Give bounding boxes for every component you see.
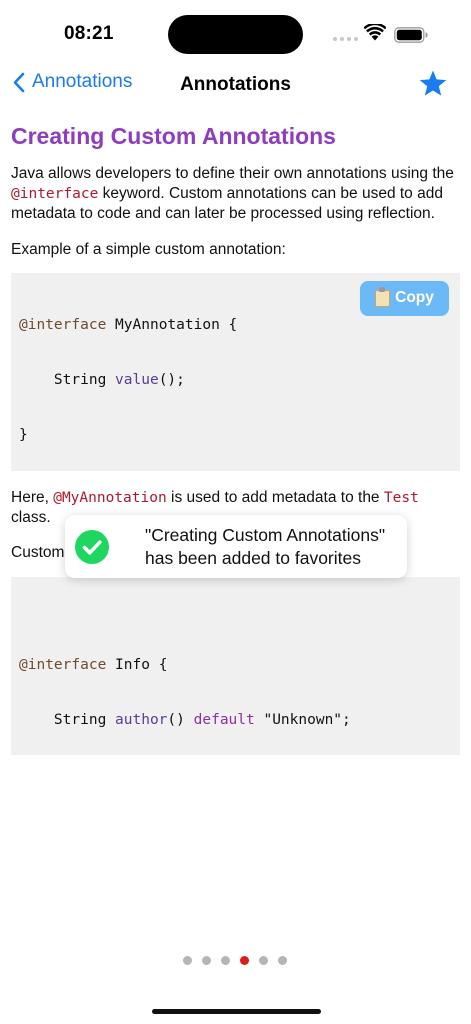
- page-dot[interactable]: [259, 956, 268, 965]
- back-button[interactable]: Annotations: [12, 71, 132, 93]
- code-line: @interface MyAnnotation {: [19, 317, 238, 334]
- page-indicator[interactable]: [183, 956, 287, 965]
- copy-button-label: Copy: [395, 289, 434, 307]
- code-line: String value();: [19, 372, 185, 388]
- code-line: @interface Info {: [19, 657, 168, 674]
- back-button-label: Annotations: [32, 71, 133, 92]
- page-dot[interactable]: [202, 956, 211, 965]
- page-dot[interactable]: [278, 956, 287, 965]
- code-block-2: @interface Info { String author() defaul…: [11, 577, 460, 755]
- section-title: Creating Custom Annotations: [11, 123, 336, 149]
- page-title: Annotations: [180, 74, 291, 95]
- status-bar: 08:21: [0, 0, 471, 60]
- status-time: 08:21: [64, 23, 114, 44]
- page-dot[interactable]: [183, 956, 192, 965]
- copy-button[interactable]: Copy: [360, 281, 449, 316]
- toast-message: "Creating Custom Annotations" has been a…: [145, 524, 386, 568]
- navigation-bar: Annotations Annotations: [0, 62, 471, 106]
- signal-icon: [333, 33, 359, 41]
- inline-code: @interface: [11, 186, 99, 202]
- page-dot[interactable]: [221, 956, 230, 965]
- wifi-icon: [364, 24, 386, 41]
- checkmark-circle-icon: [75, 529, 109, 564]
- code-line: String author() default "Unknown";: [19, 712, 351, 728]
- example-label: Example of a simple custom annotation:: [11, 241, 286, 258]
- inline-code: Test: [383, 490, 419, 506]
- home-indicator[interactable]: [152, 1009, 321, 1014]
- code-block-1: @interface MyAnnotation { String value()…: [11, 273, 460, 471]
- article-content: Creating Custom Annotations Java allows …: [0, 118, 471, 755]
- battery-icon: [394, 27, 428, 43]
- chevron-left-icon: [13, 72, 25, 92]
- favorite-toast: "Creating Custom Annotations" has been a…: [65, 515, 407, 578]
- inline-code: @MyAnnotation: [53, 490, 167, 506]
- clipboard-icon: [375, 287, 391, 307]
- dynamic-island: [168, 15, 303, 54]
- code-line: }: [19, 426, 28, 443]
- intro-paragraph: Java allows developers to define their o…: [11, 165, 454, 222]
- star-filled-icon[interactable]: [418, 69, 448, 99]
- page-dot-active[interactable]: [240, 956, 249, 965]
